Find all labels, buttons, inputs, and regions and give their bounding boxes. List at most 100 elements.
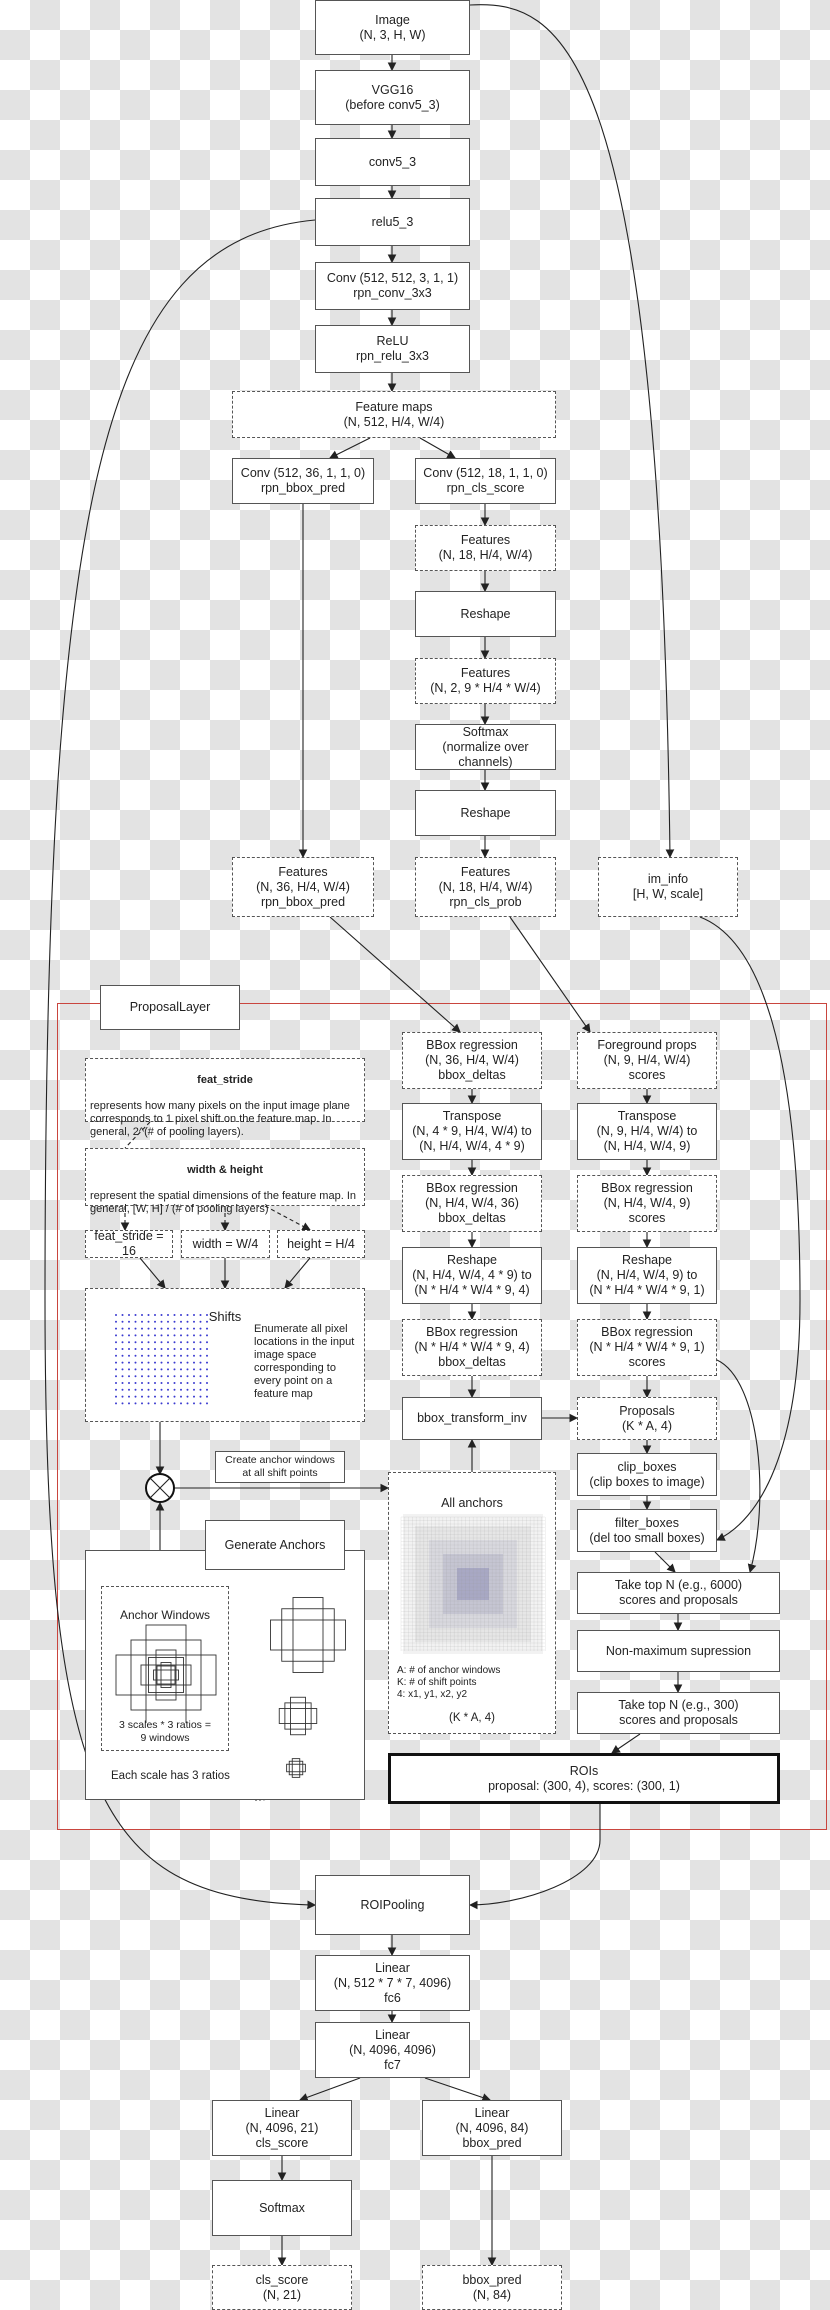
shift-dot [128,1341,130,1344]
node-scores-3: BBox regression (N * H/4 * W/4 * 9, 1) s… [577,1319,717,1376]
shift-dot [193,1314,195,1316]
node-top-n-300: Take top N (e.g., 300) scores and propos… [577,1692,780,1734]
shift-dot [134,1314,137,1316]
node-proposals: Proposals (K * A, 4) [577,1397,717,1440]
shift-dot [193,1341,195,1344]
shift-dot [160,1348,163,1350]
shift-dot [206,1348,208,1350]
shift-dot [199,1375,202,1378]
shift-dot [173,1368,176,1371]
edge-arrow [419,437,456,459]
shift-dot [115,1368,117,1371]
shift-dot [160,1361,163,1364]
shift-dot [199,1395,202,1398]
shift-dot [141,1361,143,1364]
shift-dot [167,1341,169,1344]
node-bbox-reg-2: BBox regression (N, H/4, W/4, 36) bbox_d… [402,1175,542,1232]
node-softmax-rpn: Softmax (normalize over channels) [415,724,556,770]
shift-dot [186,1354,189,1357]
shift-dot [167,1314,169,1316]
node-relu5-3: relu5_3 [315,198,470,246]
shift-dot [147,1395,150,1398]
shift-dot [160,1382,163,1384]
shift-dot [173,1402,176,1405]
shift-dot [173,1348,176,1350]
shift-dot [115,1375,117,1378]
shift-dot [134,1341,137,1344]
shift-dot [115,1361,117,1364]
shift-dot [115,1388,117,1391]
shift-dot [180,1327,182,1330]
shift-dot [154,1314,156,1316]
shift-dot [199,1320,202,1323]
shift-dot [121,1382,124,1384]
shift-dot [173,1375,176,1378]
shift-dot [121,1314,124,1316]
shift-dot [206,1382,208,1384]
node-feat-stride-eq: feat_stride = 16 [85,1229,173,1258]
shift-dot [134,1320,137,1323]
node-bbox-reg-3: BBox regression (N * H/4 * W/4 * 9, 4) b… [402,1319,542,1376]
shift-dot [199,1388,202,1391]
shift-dot [199,1327,202,1330]
shift-dot [147,1375,150,1378]
shift-dot [180,1341,182,1344]
shift-dot [206,1341,208,1344]
shift-dot [167,1334,169,1337]
shift-dot [147,1348,150,1350]
shift-dot [121,1375,124,1378]
shift-dot-grid [115,1314,208,1405]
anchor-window-rect [130,1639,202,1711]
width-height-text: represent the spatial dimensions of the … [90,1190,356,1215]
width-height-title: width & height [187,1164,263,1176]
node-im-info: im_info [H, W, scale] [598,857,738,917]
shift-dot [206,1361,208,1364]
shift-dot [186,1388,189,1391]
node-reshape-scores: Reshape (N, H/4, W/4, 9) to (N * H/4 * W… [577,1247,717,1304]
shift-dot [206,1375,208,1378]
shift-dot [147,1341,150,1344]
anchor-window-rect [156,1665,176,1685]
shift-dot [128,1334,130,1337]
feat-stride-note: feat_stride represents how many pixels o… [85,1058,365,1138]
shift-dot [128,1320,130,1323]
shift-dot [121,1320,124,1323]
shift-dot [147,1368,150,1371]
node-reshape-1: Reshape [415,591,556,637]
node-clip-boxes: clip_boxes (clip boxes to image) [577,1453,717,1496]
shift-dot [206,1327,208,1330]
shift-dot [160,1334,163,1337]
shift-dot [193,1327,195,1330]
shift-dot [167,1320,169,1323]
shift-dot [186,1314,189,1316]
node-reshape-2: Reshape [415,790,556,836]
all-anchors-grid [400,1514,546,1654]
shift-dot [173,1334,176,1337]
shift-dot [147,1320,150,1323]
shift-dot [134,1382,137,1384]
node-bbox-reg-1: BBox regression (N, 36, H/4, W/4) bbox_d… [402,1032,542,1089]
node-feature-maps: Feature maps (N, 512, H/4, W/4) [232,391,556,438]
shift-dot [115,1382,117,1384]
shift-dot [206,1334,208,1337]
shift-dot [134,1361,137,1364]
shift-dot [141,1368,143,1371]
shift-dot [193,1320,195,1323]
shift-dot [154,1388,156,1391]
shift-dot [180,1334,182,1337]
shift-dot [147,1327,150,1330]
node-vgg16: VGG16 (before conv5_3) [315,70,470,125]
edge-arrow [329,437,371,459]
shift-dot [199,1382,202,1384]
shift-dot [121,1368,124,1371]
shift-dot [115,1402,117,1405]
all-anchors-legend: A: # of anchor windows K: # of shift poi… [397,1665,501,1700]
shift-dot [199,1314,202,1316]
shift-dot [141,1341,143,1344]
shift-dot [134,1395,137,1398]
edge-arrow [139,1257,166,1289]
node-features-2: Features (N, 2, 9 * H/4 * W/4) [415,658,556,704]
shift-dot [141,1354,143,1357]
shift-dot [173,1314,176,1316]
shift-dot [147,1334,150,1337]
